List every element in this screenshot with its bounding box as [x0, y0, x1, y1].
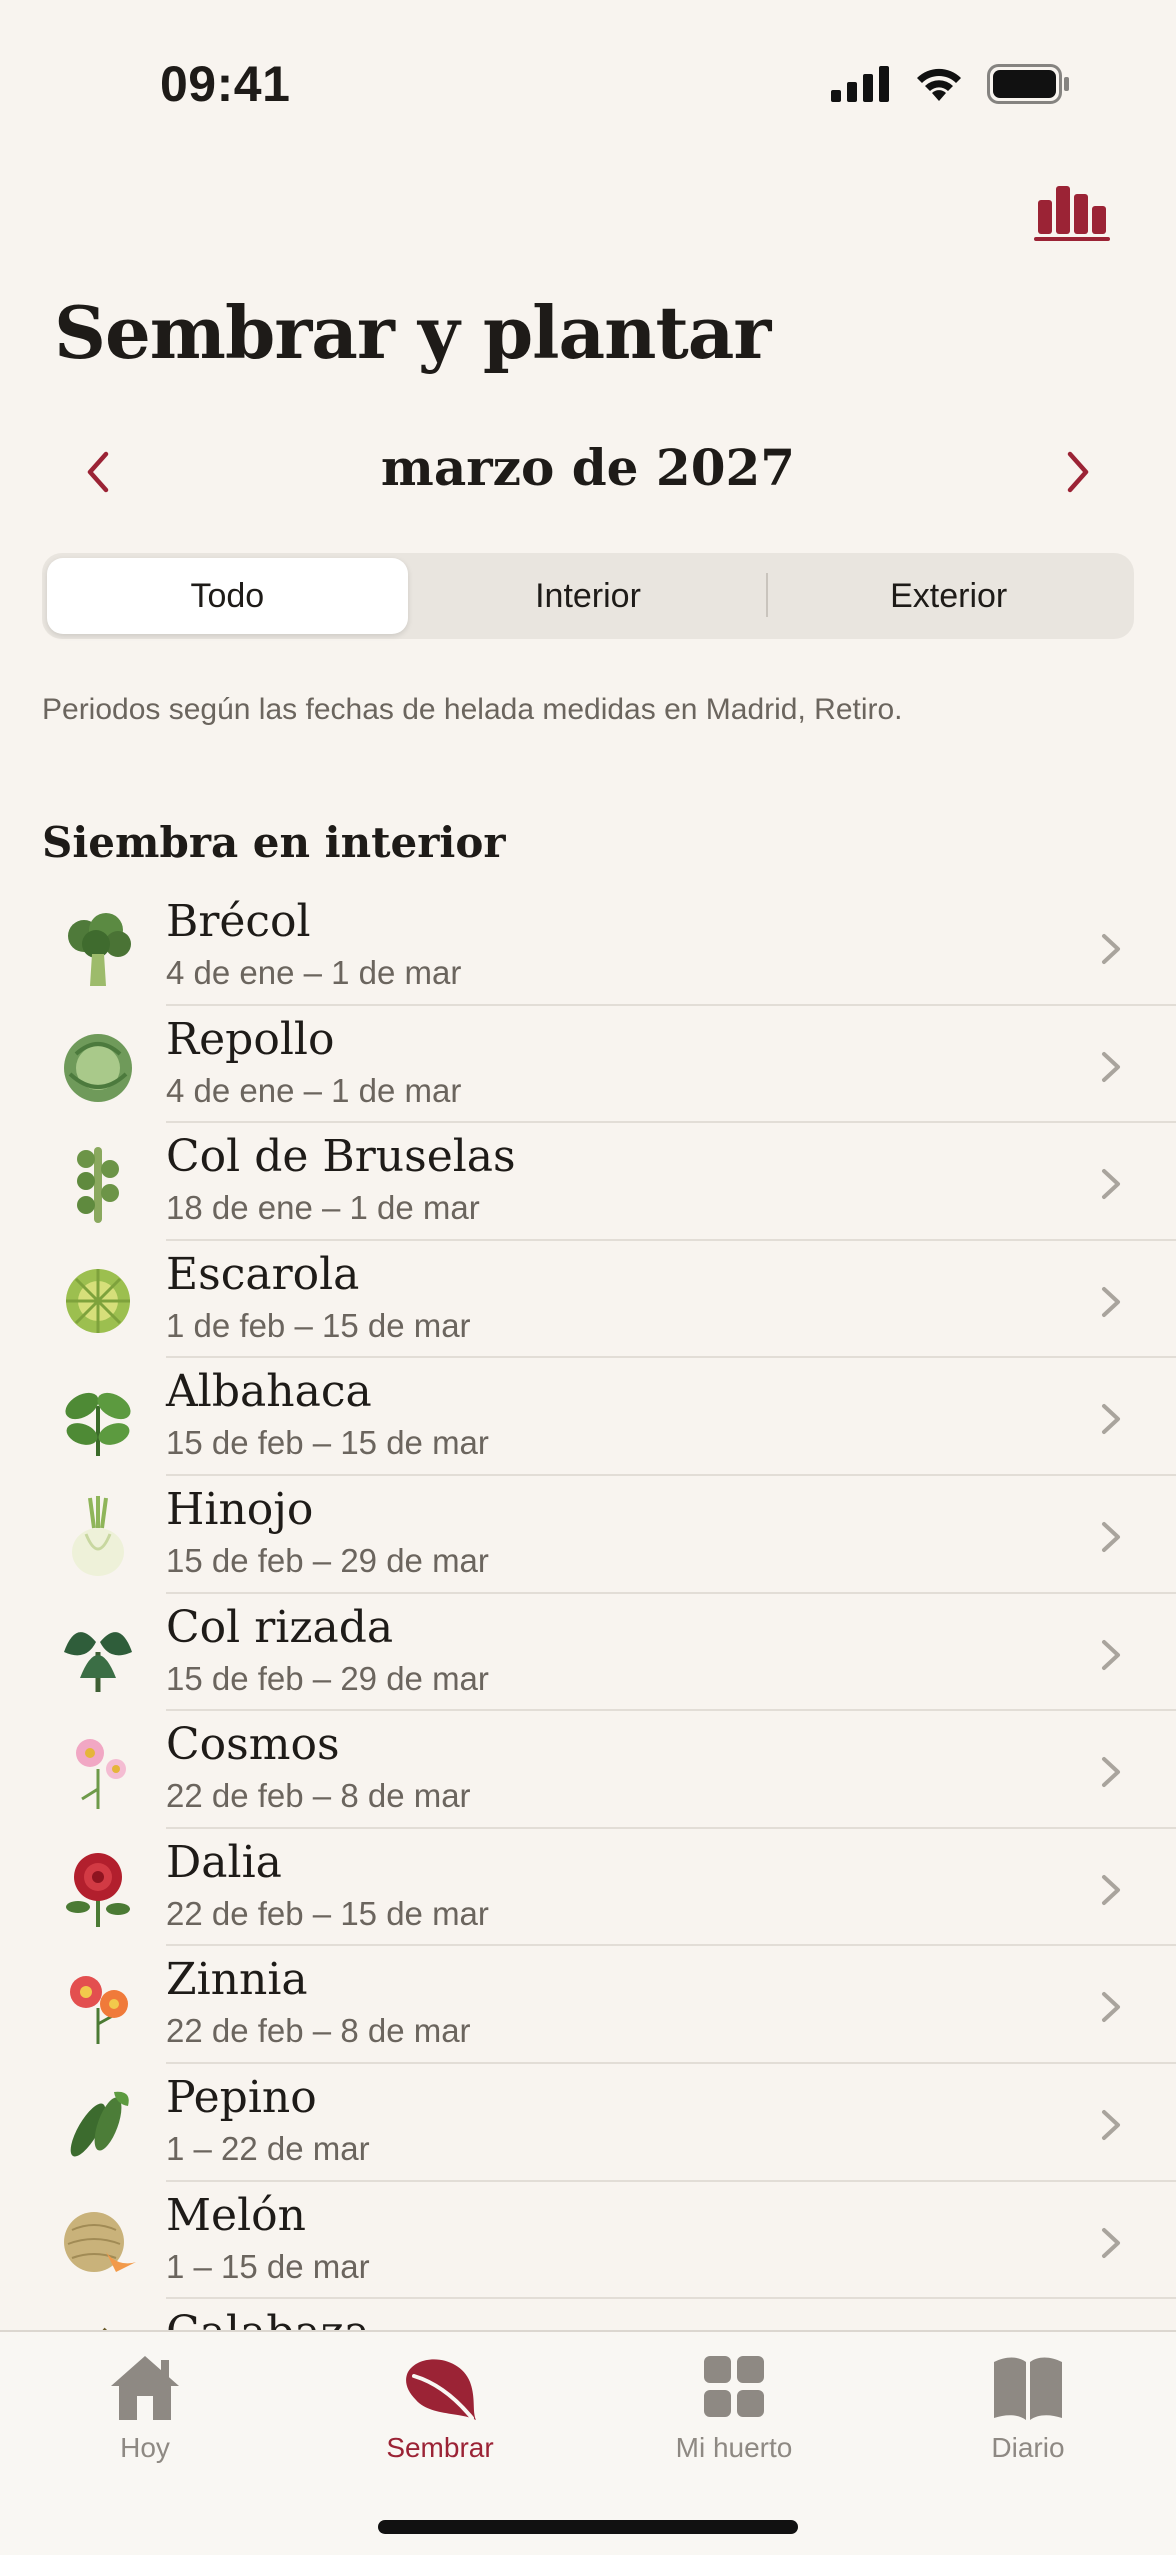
status-bar: 09:41 — [0, 0, 1176, 150]
plant-row[interactable]: Brécol 4 de ene – 1 de mar — [0, 888, 1176, 1006]
plant-row[interactable]: Col rizada 15 de feb – 29 de mar — [0, 1594, 1176, 1712]
segment-all[interactable]: Todo — [47, 558, 408, 634]
plant-name: Dalia — [166, 1836, 282, 1888]
plant-row[interactable]: Escarola 1 de feb – 15 de mar — [0, 1241, 1176, 1359]
chevron-right-icon — [1098, 1165, 1124, 1203]
plant-sowing-period: 15 de feb – 29 de mar — [166, 1541, 489, 1579]
plant-name: Zinnia — [166, 1954, 308, 2006]
bar-chart-icon[interactable] — [1034, 178, 1114, 244]
chevron-right-icon — [1098, 1283, 1124, 1321]
book-icon — [994, 2357, 1062, 2420]
cucumber-icon — [56, 2082, 140, 2166]
plant-row[interactable]: Hinojo 15 de feb – 29 de mar — [0, 1476, 1176, 1594]
grid-icon — [704, 2356, 764, 2417]
chevron-right-icon — [1098, 2224, 1124, 2262]
endive-icon — [56, 1259, 140, 1343]
plant-name: Col de Bruselas — [166, 1131, 516, 1183]
plant-row[interactable]: Albahaca 15 de feb – 15 de mar — [0, 1358, 1176, 1476]
plant-sowing-period: 15 de feb – 15 de mar — [166, 1424, 489, 1462]
chevron-right-icon — [1098, 930, 1124, 968]
plant-row[interactable]: Col de Bruselas 18 de ene – 1 de mar — [0, 1123, 1176, 1241]
zinnia-icon — [56, 1964, 140, 2048]
home-indicator — [378, 2520, 798, 2534]
location-segmented-control: Todo Interior Exterior — [42, 553, 1134, 639]
plant-row[interactable]: Pepino 1 – 22 de mar — [0, 2064, 1176, 2182]
plant-sowing-period: 22 de feb – 8 de mar — [166, 2012, 471, 2050]
cellular-signal-icon — [831, 66, 889, 102]
plant-row[interactable]: Cosmos 22 de feb – 8 de mar — [0, 1711, 1176, 1829]
plant-sowing-period: 4 de ene – 1 de mar — [166, 1071, 462, 1109]
plant-sowing-period: 15 de feb – 29 de mar — [166, 1659, 489, 1697]
plant-name: Hinojo — [166, 1483, 314, 1535]
dahlia-icon — [56, 1847, 140, 1931]
plant-name: Pepino — [166, 2071, 317, 2123]
chevron-right-icon — [1098, 1636, 1124, 1674]
tab-today[interactable]: Hoy — [45, 2352, 245, 2482]
leaf-icon — [406, 2359, 476, 2420]
tab-journal[interactable]: Diario — [928, 2352, 1128, 2482]
segment-outdoor[interactable]: Exterior — [768, 558, 1129, 634]
plant-name: Melón — [166, 2189, 306, 2241]
plant-name: Repollo — [166, 1013, 335, 1065]
plant-row[interactable]: Dalia 22 de feb – 15 de mar — [0, 1829, 1176, 1947]
plant-name: Escarola — [166, 1248, 360, 1300]
wifi-icon — [917, 68, 961, 101]
page-title: Sembrar y plantar — [54, 290, 771, 375]
tab-label: Sembrar — [386, 2432, 494, 2463]
cosmos-flower-icon — [56, 1729, 140, 1813]
melon-icon — [56, 2200, 140, 2284]
chevron-right-icon — [1098, 1871, 1124, 1909]
plant-name: Albahaca — [166, 1366, 372, 1418]
tab-my-garden[interactable]: Mi huerto — [634, 2352, 834, 2482]
plant-sowing-period: 1 – 15 de mar — [166, 2247, 370, 2285]
plant-name: Col rizada — [166, 1601, 394, 1653]
plant-list: Brécol 4 de ene – 1 de mar Repollo 4 de ene… — [0, 888, 1176, 2417]
segment-indoor[interactable]: Interior — [408, 558, 769, 634]
month-label: marzo de 2027 — [380, 438, 796, 497]
chevron-right-icon — [1098, 1400, 1124, 1438]
chevron-right-icon — [1098, 2106, 1124, 2144]
plant-row[interactable]: Melón 1 – 15 de mar — [0, 2182, 1176, 2300]
brussels-sprouts-icon — [56, 1141, 140, 1225]
broccoli-icon — [56, 906, 140, 990]
plant-row[interactable]: Zinnia 22 de feb – 8 de mar — [0, 1946, 1176, 2064]
fennel-icon — [56, 1494, 140, 1578]
frost-dates-note: Periodos según las fechas de helada medi… — [42, 693, 903, 726]
tab-sow[interactable]: Sembrar — [340, 2352, 540, 2482]
basil-icon — [56, 1376, 140, 1460]
plant-sowing-period: 1 – 22 de mar — [166, 2129, 370, 2167]
plant-row[interactable]: Repollo 4 de ene – 1 de mar — [0, 1006, 1176, 1124]
plant-sowing-period: 4 de ene – 1 de mar — [166, 954, 462, 991]
chevron-right-icon — [1098, 1753, 1124, 1791]
chevron-right-icon — [1067, 451, 1089, 493]
plant-sowing-period: 22 de feb – 15 de mar — [166, 1894, 489, 1932]
plant-sowing-period: 22 de feb – 8 de mar — [166, 1777, 471, 1815]
tab-label: Mi huerto — [675, 2432, 793, 2463]
status-time: 09:41 — [160, 56, 291, 112]
kale-icon — [56, 1612, 140, 1696]
chevron-right-icon — [1098, 1048, 1124, 1086]
plant-name: Brécol — [166, 896, 311, 947]
tab-label: Hoy — [120, 2432, 170, 2463]
cabbage-icon — [56, 1024, 140, 1108]
house-icon — [111, 2356, 179, 2420]
plant-sowing-period: 1 de feb – 15 de mar — [166, 1306, 471, 1344]
status-icons — [831, 64, 1071, 104]
plant-sowing-period: 18 de ene – 1 de mar — [166, 1189, 480, 1227]
chevron-right-icon — [1098, 1988, 1124, 2026]
month-navigation: marzo de 2027 — [0, 430, 1176, 510]
next-month-button[interactable] — [1046, 442, 1106, 502]
tab-label: Diario — [991, 2432, 1065, 2463]
chevron-right-icon — [1098, 1518, 1124, 1556]
plant-name: Cosmos — [166, 1719, 340, 1771]
section-title: Siembra en interior — [42, 818, 506, 867]
battery-icon — [987, 64, 1069, 104]
